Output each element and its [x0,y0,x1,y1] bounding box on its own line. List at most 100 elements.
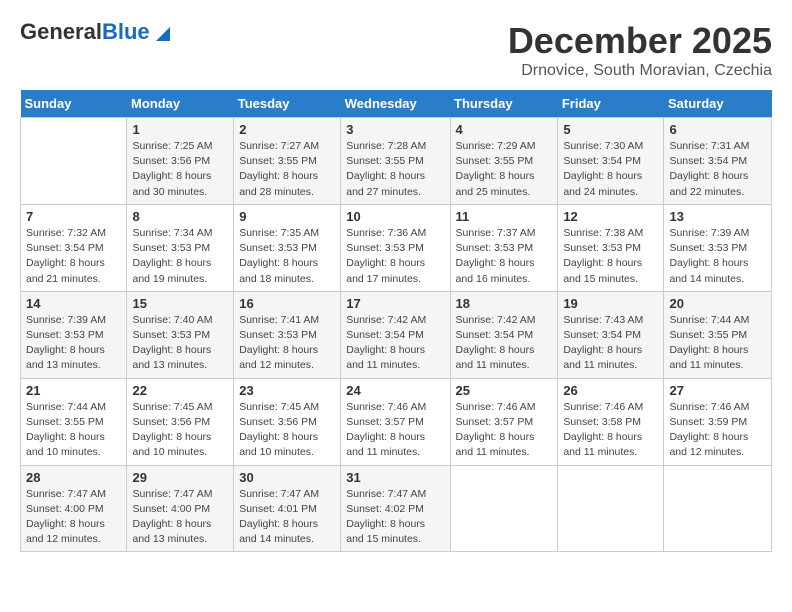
location-title: Drnovice, South Moravian, Czechia [508,62,772,80]
calendar-cell: 7Sunrise: 7:32 AMSunset: 3:54 PMDaylight… [21,204,127,291]
day-info: Sunrise: 7:44 AMSunset: 3:55 PMDaylight:… [26,400,121,461]
calendar-cell: 28Sunrise: 7:47 AMSunset: 4:00 PMDayligh… [21,465,127,552]
day-info: Sunrise: 7:38 AMSunset: 3:53 PMDaylight:… [563,226,658,287]
day-number: 31 [346,470,444,485]
day-info: Sunrise: 7:40 AMSunset: 3:53 PMDaylight:… [132,313,228,374]
calendar-cell: 1 Sunrise: 7:25 AMSunset: 3:56 PMDaylight… [127,118,234,205]
day-number: 15 [132,296,228,311]
calendar-cell: 17 Sunrise: 7:42 AMSunset: 3:54 PMDayligh… [341,291,450,378]
day-info: Sunrise: 7:47 AMSunset: 4:02 PMDaylight:… [346,487,444,548]
calendar-cell: 20 Sunrise: 7:44 AMSunset: 3:55 PMDayligh… [664,291,772,378]
calendar-cell: 23 Sunrise: 7:45 AMSunset: 3:56 PMDayligh… [234,378,341,465]
weekday-header: Friday [558,90,664,118]
day-number: 3 [346,122,444,137]
calendar-cell: 2Sunrise: 7:27 AMSunset: 3:55 PMDaylight… [234,118,341,205]
logo-text: GeneralBlue [20,20,150,44]
calendar-cell: 26 Sunrise: 7:46 AMSunset: 3:58 PMDayligh… [558,378,664,465]
day-info: Sunrise: 7:37 AMSunset: 3:53 PMDaylight:… [456,226,553,287]
day-number: 30 [239,470,335,485]
calendar-cell: 25 Sunrise: 7:46 AMSunset: 3:57 PMDayligh… [450,378,558,465]
calendar-week-row: 7Sunrise: 7:32 AMSunset: 3:54 PMDaylight… [21,204,772,291]
day-info: Sunrise: 7:35 AMSunset: 3:53 PMDaylight:… [239,226,335,287]
logo: GeneralBlue [20,20,170,44]
calendar-cell [664,465,772,552]
calendar-cell: 9 Sunrise: 7:35 AMSunset: 3:53 PMDaylight… [234,204,341,291]
weekday-header: Monday [127,90,234,118]
day-number: 18 [456,296,553,311]
calendar-cell: 3 Sunrise: 7:28 AMSunset: 3:55 PMDaylight… [341,118,450,205]
day-number: 2 [239,122,335,137]
calendar-cell: 30 Sunrise: 7:47 AMSunset: 4:01 PMDayligh… [234,465,341,552]
day-number: 23 [239,383,335,398]
calendar-cell: 27 Sunrise: 7:46 AMSunset: 3:59 PMDayligh… [664,378,772,465]
calendar-week-row: 21 Sunrise: 7:44 AMSunset: 3:55 PMDayligh… [21,378,772,465]
day-info: Sunrise: 7:46 AMSunset: 3:57 PMDaylight:… [456,400,553,461]
calendar-cell: 13 Sunrise: 7:39 AMSunset: 3:53 PMDayligh… [664,204,772,291]
day-info: Sunrise: 7:43 AMSunset: 3:54 PMDaylight:… [563,313,658,374]
logo-icon [152,23,170,41]
day-number: 4 [456,122,553,137]
calendar-cell [558,465,664,552]
calendar-cell: 24 Sunrise: 7:46 AMSunset: 3:57 PMDayligh… [341,378,450,465]
day-number: 27 [669,383,766,398]
calendar-cell: 15 Sunrise: 7:40 AMSunset: 3:53 PMDayligh… [127,291,234,378]
weekday-header-row: SundayMondayTuesdayWednesdayThursdayFrid… [21,90,772,118]
calendar-week-row: 1 Sunrise: 7:25 AMSunset: 3:56 PMDaylight… [21,118,772,205]
calendar-week-row: 14 Sunrise: 7:39 AMSunset: 3:53 PMDayligh… [21,291,772,378]
day-number: 7 [26,209,121,224]
day-number: 22 [132,383,228,398]
day-number: 21 [26,383,121,398]
day-info: Sunrise: 7:25 AMSunset: 3:56 PMDaylight:… [132,139,228,200]
weekday-header: Wednesday [341,90,450,118]
day-number: 24 [346,383,444,398]
day-info: Sunrise: 7:47 AMSunset: 4:00 PMDaylight:… [132,487,228,548]
day-info: Sunrise: 7:46 AMSunset: 3:59 PMDaylight:… [669,400,766,461]
weekday-header: Thursday [450,90,558,118]
day-info: Sunrise: 7:42 AMSunset: 3:54 PMDaylight:… [456,313,553,374]
day-info: Sunrise: 7:47 AMSunset: 4:00 PMDaylight:… [26,487,121,548]
day-number: 16 [239,296,335,311]
calendar-cell: 16 Sunrise: 7:41 AMSunset: 3:53 PMDayligh… [234,291,341,378]
day-info: Sunrise: 7:44 AMSunset: 3:55 PMDaylight:… [669,313,766,374]
calendar-cell: 11 Sunrise: 7:37 AMSunset: 3:53 PMDayligh… [450,204,558,291]
day-number: 1 [132,122,228,137]
day-number: 20 [669,296,766,311]
day-number: 14 [26,296,121,311]
day-info: Sunrise: 7:46 AMSunset: 3:58 PMDaylight:… [563,400,658,461]
day-number: 9 [239,209,335,224]
day-info: Sunrise: 7:42 AMSunset: 3:54 PMDaylight:… [346,313,444,374]
calendar-table: SundayMondayTuesdayWednesdayThursdayFrid… [20,90,772,552]
day-number: 26 [563,383,658,398]
day-number: 17 [346,296,444,311]
day-number: 25 [456,383,553,398]
day-number: 11 [456,209,553,224]
day-info: Sunrise: 7:46 AMSunset: 3:57 PMDaylight:… [346,400,444,461]
weekday-header: Tuesday [234,90,341,118]
day-info: Sunrise: 7:31 AMSunset: 3:54 PMDaylight:… [669,139,766,200]
calendar-cell [21,118,127,205]
day-info: Sunrise: 7:34 AMSunset: 3:53 PMDaylight:… [132,226,228,287]
day-number: 13 [669,209,766,224]
month-title: December 2025 [508,20,772,62]
day-info: Sunrise: 7:39 AMSunset: 3:53 PMDaylight:… [669,226,766,287]
calendar-cell: 19Sunrise: 7:43 AMSunset: 3:54 PMDayligh… [558,291,664,378]
day-info: Sunrise: 7:39 AMSunset: 3:53 PMDaylight:… [26,313,121,374]
calendar-cell [450,465,558,552]
calendar-cell: 31 Sunrise: 7:47 AMSunset: 4:02 PMDayligh… [341,465,450,552]
calendar-cell: 29 Sunrise: 7:47 AMSunset: 4:00 PMDayligh… [127,465,234,552]
day-info: Sunrise: 7:28 AMSunset: 3:55 PMDaylight:… [346,139,444,200]
calendar-cell: 12 Sunrise: 7:38 AMSunset: 3:53 PMDayligh… [558,204,664,291]
calendar-cell: 21 Sunrise: 7:44 AMSunset: 3:55 PMDayligh… [21,378,127,465]
day-number: 12 [563,209,658,224]
calendar-cell: 18 Sunrise: 7:42 AMSunset: 3:54 PMDayligh… [450,291,558,378]
calendar-cell: 8Sunrise: 7:34 AMSunset: 3:53 PMDaylight… [127,204,234,291]
day-number: 10 [346,209,444,224]
calendar-cell: 22 Sunrise: 7:45 AMSunset: 3:56 PMDayligh… [127,378,234,465]
day-number: 5 [563,122,658,137]
day-info: Sunrise: 7:45 AMSunset: 3:56 PMDaylight:… [132,400,228,461]
day-number: 29 [132,470,228,485]
day-info: Sunrise: 7:45 AMSunset: 3:56 PMDaylight:… [239,400,335,461]
calendar-cell: 6Sunrise: 7:31 AMSunset: 3:54 PMDaylight… [664,118,772,205]
day-info: Sunrise: 7:47 AMSunset: 4:01 PMDaylight:… [239,487,335,548]
day-info: Sunrise: 7:41 AMSunset: 3:53 PMDaylight:… [239,313,335,374]
